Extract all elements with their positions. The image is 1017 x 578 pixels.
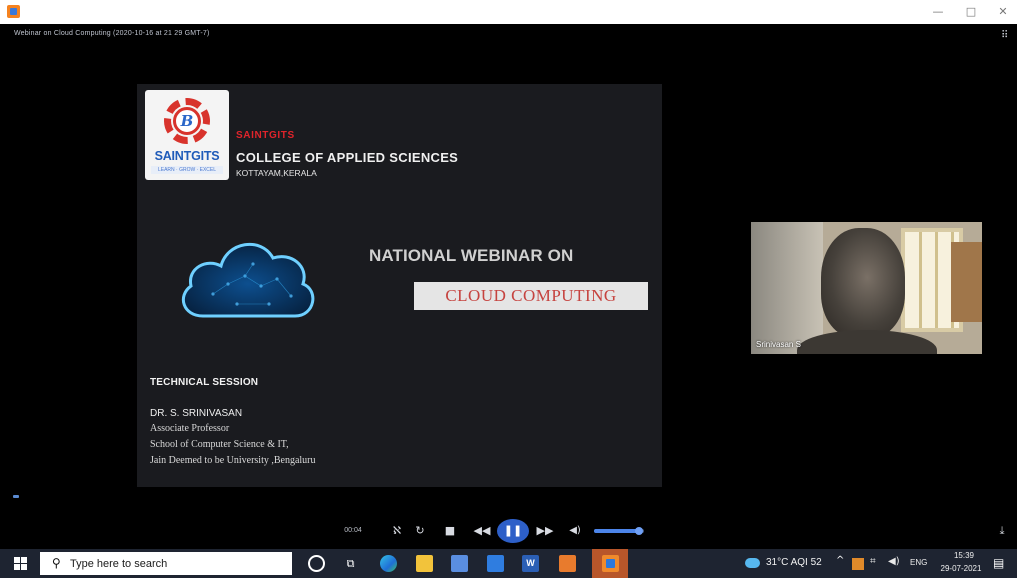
tray-chevron-icon[interactable]: ^ xyxy=(836,555,844,566)
taskbar-search[interactable]: ⚲ xyxy=(40,552,292,575)
notification-icon[interactable]: ▤ xyxy=(993,556,1004,570)
institution-short-name: SAINTGITS xyxy=(236,130,295,141)
collapse-icon[interactable]: ⤓ xyxy=(993,520,1011,542)
skip-icon[interactable]: ℵ xyxy=(386,520,408,542)
language-indicator[interactable]: ENG xyxy=(910,558,927,567)
presentation-slide: B SAINTGITS LEARN · GROW · EXCEL SAINTGI… xyxy=(137,84,662,487)
windows-start-icon[interactable] xyxy=(14,557,27,570)
volume-slider[interactable] xyxy=(594,527,644,535)
volume-thumb[interactable] xyxy=(635,527,643,535)
webinar-heading: NATIONAL WEBINAR ON xyxy=(369,246,574,265)
maximize-button[interactable]: □ xyxy=(955,2,987,22)
mail-icon[interactable] xyxy=(487,555,504,572)
loop-icon[interactable]: ↻ xyxy=(410,520,430,542)
layout-grid-icon[interactable]: ⠿ xyxy=(1001,31,1011,41)
speaker-university: Jain Deemed to be University ,Bengaluru xyxy=(150,455,316,466)
logo-tagline: LEARN · GROW · EXCEL xyxy=(151,166,223,174)
tray-app-icon[interactable] xyxy=(852,558,864,570)
volume-fill xyxy=(594,529,639,533)
clock-time[interactable]: 15:39 xyxy=(944,551,984,560)
app-icon xyxy=(7,5,20,18)
meeting-title: Webinar on Cloud Computing (2020-10-16 a… xyxy=(14,30,210,37)
tray-volume-icon[interactable]: ◀) xyxy=(888,556,900,567)
word-icon[interactable]: W xyxy=(522,555,539,572)
speaker-name: DR. S. SRINIVASAN xyxy=(150,408,243,419)
pause-button[interactable]: ❚❚ xyxy=(497,519,529,543)
stream-app-taskbar-button[interactable] xyxy=(592,549,628,578)
edge-icon[interactable] xyxy=(380,555,397,572)
player-window: — □ ✕ Webinar on Cloud Computing (2020-1… xyxy=(0,0,1017,578)
cortana-icon[interactable] xyxy=(308,555,325,572)
participant-name: Srinivasan S xyxy=(756,340,801,349)
powerpoint-icon[interactable] xyxy=(559,555,576,572)
search-icon: ⚲ xyxy=(52,556,61,570)
playback-controls: 00:04 ℵ ↻ ■ ◀◀ ❚❚ ▶▶ ◀) ⤓ xyxy=(0,519,1017,544)
file-explorer-icon[interactable] xyxy=(416,555,433,572)
minimize-button[interactable]: — xyxy=(922,2,954,22)
weather-readout[interactable]: 31°C AQI 52 xyxy=(766,557,822,568)
clock-date[interactable]: 29-07-2021 xyxy=(936,564,986,573)
institution-full-name: COLLEGE OF APPLIED SCIENCES xyxy=(236,150,459,165)
volume-icon[interactable]: ◀) xyxy=(566,520,584,542)
store-icon[interactable] xyxy=(451,555,468,572)
stream-app-icon xyxy=(602,555,619,572)
session-label: TECHNICAL SESSION xyxy=(150,377,259,388)
network-icon[interactable]: ⌗ xyxy=(870,556,876,567)
college-logo: B SAINTGITS LEARN · GROW · EXCEL xyxy=(145,90,229,180)
background-wall xyxy=(751,222,823,354)
fast-forward-button[interactable]: ▶▶ xyxy=(533,520,557,542)
title-bar: — □ ✕ xyxy=(0,0,1017,24)
background-shelf xyxy=(951,242,982,322)
close-button[interactable]: ✕ xyxy=(987,2,1017,22)
logo-emblem: B xyxy=(173,107,201,135)
elapsed-time: 00:04 xyxy=(344,527,362,534)
logo-symbol: B xyxy=(180,112,194,130)
weather-cloud-icon[interactable] xyxy=(745,558,760,568)
stop-button[interactable]: ■ xyxy=(440,520,460,542)
participant-video: Srinivasan S xyxy=(751,222,982,354)
institution-location: KOTTAYAM,KERALA xyxy=(236,168,317,178)
logo-name: SAINTGITS xyxy=(154,149,220,163)
cloud-illustration-icon xyxy=(181,242,315,318)
participant-head xyxy=(821,228,905,338)
playback-progress[interactable] xyxy=(13,495,19,498)
speaker-designation: Associate Professor xyxy=(150,423,230,434)
webinar-topic: CLOUD COMPUTING xyxy=(414,282,648,310)
task-view-icon[interactable]: ⧉ xyxy=(342,555,359,572)
search-input[interactable] xyxy=(70,552,285,575)
speaker-department: School of Computer Science & IT, xyxy=(150,439,289,450)
taskbar: ⚲ ⧉ W 31°C AQI 52 ^ ⌗ ◀) ENG 15:39 29-07… xyxy=(0,549,1017,578)
rewind-button[interactable]: ◀◀ xyxy=(470,520,494,542)
